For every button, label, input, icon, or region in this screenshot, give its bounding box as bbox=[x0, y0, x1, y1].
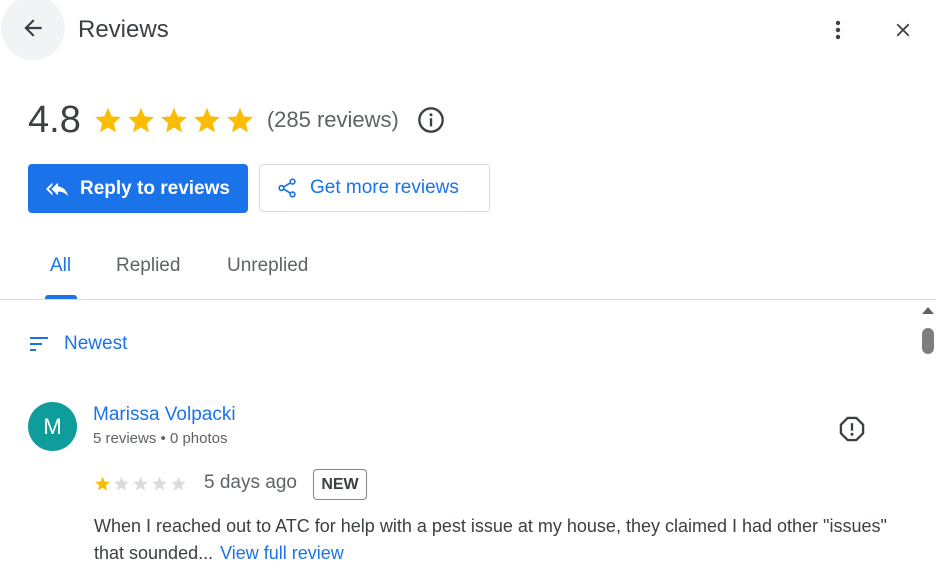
get-more-reviews-button[interactable]: Get more reviews bbox=[259, 164, 490, 212]
rating-summary: 4.8 (285 reviews) bbox=[28, 98, 445, 142]
report-review-button[interactable] bbox=[835, 412, 869, 446]
sort-label: Newest bbox=[64, 333, 128, 354]
review-text: When I reached out to ATC for help with … bbox=[94, 513, 904, 567]
star-filled-icon bbox=[93, 105, 123, 135]
scrollbar[interactable] bbox=[918, 302, 936, 573]
tab-replied[interactable]: Replied bbox=[116, 255, 180, 277]
star-empty-icon bbox=[170, 475, 187, 492]
page-title: Reviews bbox=[78, 16, 169, 43]
review-rating-stars bbox=[94, 475, 187, 492]
star-empty-icon bbox=[151, 475, 168, 492]
star-empty-icon bbox=[113, 475, 130, 492]
star-filled-icon bbox=[126, 105, 156, 135]
reply-to-reviews-button[interactable]: Reply to reviews bbox=[28, 164, 248, 213]
sort-button[interactable]: Newest bbox=[30, 333, 127, 355]
star-empty-icon bbox=[132, 475, 149, 492]
avatar[interactable]: M bbox=[28, 402, 77, 451]
reviewer-name[interactable]: Marissa Volpacki bbox=[93, 404, 236, 426]
review-snippet: When I reached out to ATC for help with … bbox=[94, 516, 887, 563]
reply-to-reviews-label: Reply to reviews bbox=[80, 177, 230, 199]
back-button[interactable] bbox=[1, 0, 65, 60]
star-filled-icon bbox=[159, 105, 189, 135]
active-tab-indicator bbox=[45, 295, 77, 299]
reviewer-meta: 5 reviews • 0 photos bbox=[93, 430, 228, 447]
arrow-back-icon bbox=[24, 19, 42, 37]
close-icon bbox=[896, 23, 910, 37]
review-count: (285 reviews) bbox=[266, 107, 399, 132]
more-vert-icon bbox=[835, 20, 841, 40]
star-filled-icon bbox=[94, 475, 111, 492]
review-date: 5 days ago bbox=[204, 472, 297, 493]
tab-all[interactable]: All bbox=[50, 255, 71, 277]
scroll-up-arrow-icon[interactable] bbox=[922, 307, 934, 314]
review-tabs: All Replied Unreplied bbox=[0, 240, 936, 300]
new-badge: NEW bbox=[313, 469, 367, 500]
share-icon bbox=[276, 177, 298, 199]
close-button[interactable] bbox=[883, 10, 923, 50]
sort-icon bbox=[30, 336, 50, 352]
tab-unreplied[interactable]: Unreplied bbox=[227, 255, 308, 277]
report-icon bbox=[839, 416, 865, 442]
avatar-initial: M bbox=[43, 413, 62, 439]
average-rating: 4.8 bbox=[28, 98, 81, 141]
star-filled-icon bbox=[225, 105, 255, 135]
get-more-reviews-label: Get more reviews bbox=[310, 177, 459, 198]
info-icon bbox=[418, 107, 444, 133]
scroll-thumb[interactable] bbox=[922, 328, 934, 354]
rating-stars bbox=[93, 105, 255, 135]
reply-all-icon bbox=[46, 178, 68, 200]
view-full-review-link[interactable]: View full review bbox=[220, 543, 344, 563]
more-options-button[interactable] bbox=[818, 10, 858, 50]
star-filled-icon bbox=[192, 105, 222, 135]
info-button[interactable] bbox=[417, 106, 445, 134]
